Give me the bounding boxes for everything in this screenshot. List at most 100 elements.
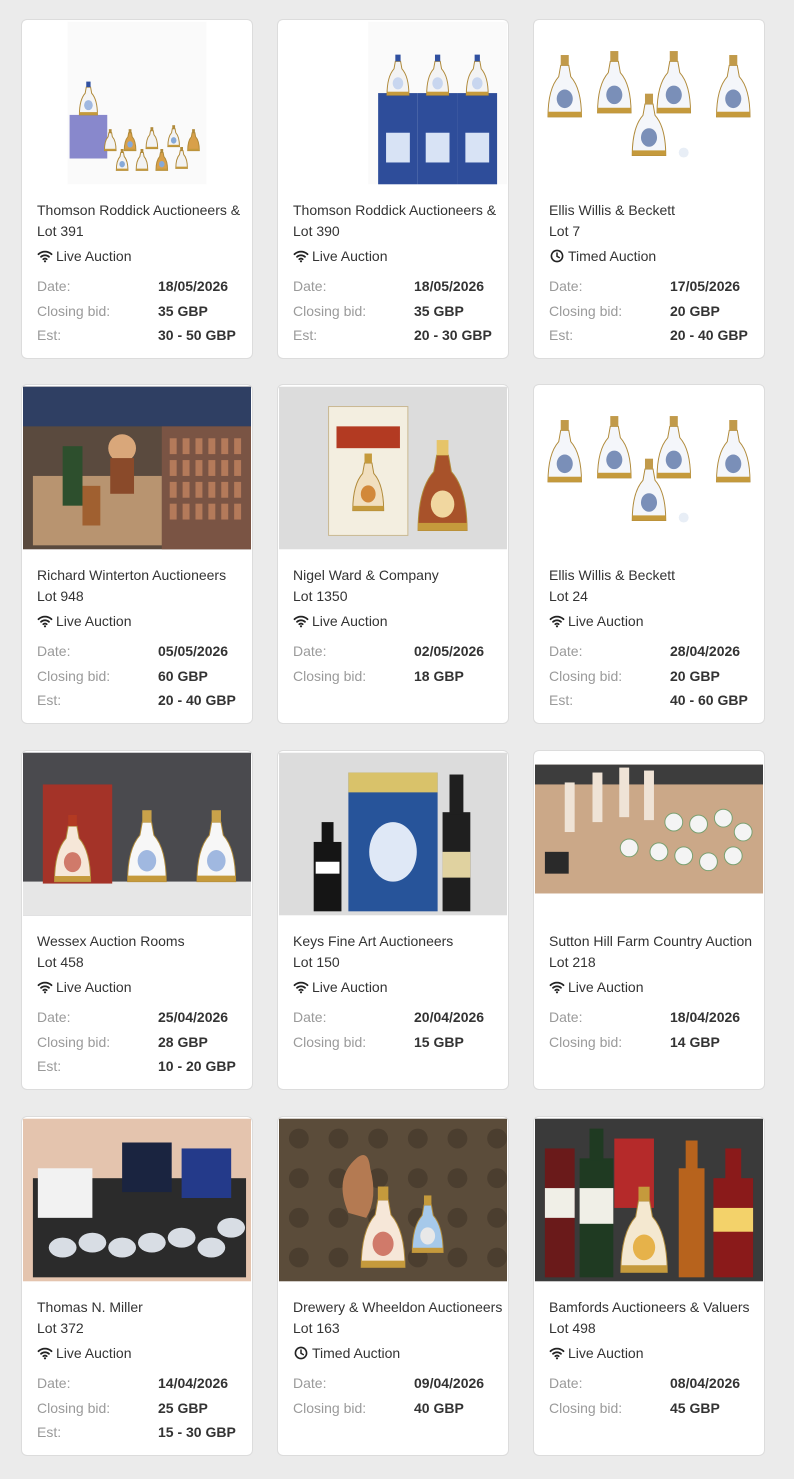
auctioneer-name[interactable]: Keys Fine Art Auctioneers	[293, 931, 505, 951]
closing-bid-row-value: 20 GBP	[670, 668, 720, 684]
auction-type: Live Auction	[37, 611, 132, 631]
estimate-row: Est: 15 - 30 GBP	[37, 1422, 247, 1442]
closing-bid-row-label: Closing bid:	[37, 668, 111, 684]
closing-bid-row: Closing bid: 35 GBP	[37, 301, 247, 321]
auction-type-label: Live Auction	[568, 1345, 644, 1361]
auction-type: Live Auction	[549, 1343, 644, 1363]
lot-image[interactable]	[23, 1118, 251, 1282]
auction-type-label: Live Auction	[312, 613, 388, 629]
closing-bid-row: Closing bid: 20 GBP	[549, 666, 759, 686]
lot-number: Lot 948	[37, 588, 84, 604]
closing-bid-row-value: 14 GBP	[670, 1034, 720, 1050]
lot-number: Lot 1350	[293, 588, 348, 604]
lot-number: Lot 24	[549, 588, 588, 604]
auctioneer-name[interactable]: Ellis Willis & Beckett	[549, 200, 761, 220]
auctioneer-name[interactable]: Wessex Auction Rooms	[37, 931, 249, 951]
date-row-label: Date:	[293, 1009, 327, 1025]
lot-number: Lot 7	[549, 223, 581, 239]
date-row: Date: 25/04/2026	[37, 1007, 247, 1027]
closing-bid-row-value: 40 GBP	[414, 1400, 464, 1416]
lot-image[interactable]	[23, 752, 251, 916]
auctioneer-name[interactable]: Richard Winterton Auctioneers	[37, 565, 249, 585]
lot-number: Lot 391	[37, 223, 84, 239]
lot-card[interactable]: Wessex Auction Rooms Lot 458 Live Auction D…	[21, 750, 253, 1090]
closing-bid-row-label: Closing bid:	[37, 1034, 111, 1050]
lot-card[interactable]: Drewery & Wheeldon Auctioneers Lot 163 Tim…	[277, 1116, 509, 1456]
lot-card[interactable]: Nigel Ward & Company Lot 1350 Live Auction…	[277, 384, 509, 724]
lot-image[interactable]	[279, 21, 507, 185]
lot-image[interactable]	[535, 752, 763, 916]
auctioneer-name[interactable]: Thomas N. Miller	[37, 1297, 249, 1317]
lot-number: Lot 218	[549, 954, 596, 970]
date-row-value: 25/04/2026	[158, 1009, 229, 1025]
clock-icon	[549, 248, 565, 264]
auctioneer-name[interactable]: Nigel Ward & Company	[293, 565, 505, 585]
auction-type-label: Timed Auction	[568, 248, 657, 264]
date-row-label: Date:	[293, 643, 327, 659]
date-row-label: Date:	[37, 278, 71, 294]
lot-card[interactable]: Thomson Roddick Auctioneers & Lot 390 Live…	[277, 19, 509, 359]
date-row: Date: 18/05/2026	[37, 276, 247, 296]
lot-card[interactable]: Bamfords Auctioneers & Valuers Lot 498 Liv…	[533, 1116, 765, 1456]
estimate-row-value: 20 - 40 GBP	[158, 692, 236, 708]
lot-image[interactable]	[279, 1118, 507, 1282]
auctioneer-name[interactable]: Drewery & Wheeldon Auctioneers	[293, 1297, 505, 1317]
closing-bid-row-label: Closing bid:	[549, 303, 623, 319]
clock-icon	[293, 1345, 309, 1361]
lot-card[interactable]: Thomson Roddick Auctioneers & Lot 391 Live…	[21, 19, 253, 359]
estimate-row-value: 30 - 50 GBP	[158, 327, 236, 343]
auctioneer-name[interactable]: Bamfords Auctioneers & Valuers	[549, 1297, 761, 1317]
auctioneer-name[interactable]: Sutton Hill Farm Country Auction	[549, 931, 761, 951]
auction-type-label: Live Auction	[56, 1345, 132, 1361]
lot-image[interactable]	[23, 386, 251, 550]
lot-image[interactable]	[279, 386, 507, 550]
date-row-value: 08/04/2026	[670, 1375, 741, 1391]
auction-type-label: Live Auction	[56, 248, 132, 264]
date-row-value: 14/04/2026	[158, 1375, 229, 1391]
lot-number: Lot 150	[293, 954, 340, 970]
wifi-icon	[549, 613, 565, 629]
closing-bid-row-value: 35 GBP	[158, 303, 208, 319]
lot-card[interactable]: Sutton Hill Farm Country Auction Lot 218 L…	[533, 750, 765, 1090]
auction-type-label: Live Auction	[56, 613, 132, 629]
closing-bid-row-value: 20 GBP	[670, 303, 720, 319]
estimate-row-label: Est:	[549, 692, 574, 708]
lot-image[interactable]	[535, 386, 763, 550]
lot-card[interactable]: Keys Fine Art Auctioneers Lot 150 Live Auc…	[277, 750, 509, 1090]
estimate-row: Est: 10 - 20 GBP	[37, 1056, 247, 1076]
date-row-label: Date:	[549, 1375, 583, 1391]
date-row-value: 18/04/2026	[670, 1009, 741, 1025]
closing-bid-row-value: 25 GBP	[158, 1400, 208, 1416]
auctioneer-name[interactable]: Thomson Roddick Auctioneers &	[37, 200, 249, 220]
lot-image[interactable]	[535, 1118, 763, 1282]
date-row: Date: 05/05/2026	[37, 641, 247, 661]
lot-image[interactable]	[279, 752, 507, 916]
auction-type-label: Live Auction	[312, 979, 388, 995]
closing-bid-row-label: Closing bid:	[549, 668, 623, 684]
date-row-label: Date:	[549, 278, 583, 294]
lot-card[interactable]: Richard Winterton Auctioneers Lot 948 Live…	[21, 384, 253, 724]
lot-card[interactable]: Thomas N. Miller Lot 372 Live Auction Date:…	[21, 1116, 253, 1456]
estimate-row-value: 20 - 40 GBP	[670, 327, 748, 343]
lot-card[interactable]: Ellis Willis & Beckett Lot 24 Live Auction…	[533, 384, 765, 724]
wifi-icon	[293, 979, 309, 995]
wifi-icon	[37, 248, 53, 264]
lot-number: Lot 163	[293, 1320, 340, 1336]
wifi-icon	[549, 979, 565, 995]
date-row-value: 09/04/2026	[414, 1375, 485, 1391]
lot-card[interactable]: Ellis Willis & Beckett Lot 7 Timed Auction…	[533, 19, 765, 359]
wifi-icon	[37, 979, 53, 995]
lot-image[interactable]	[535, 21, 763, 185]
auctioneer-name[interactable]: Thomson Roddick Auctioneers &	[293, 200, 505, 220]
wifi-icon	[37, 1345, 53, 1361]
closing-bid-row-value: 60 GBP	[158, 668, 208, 684]
closing-bid-row: Closing bid: 14 GBP	[549, 1032, 759, 1052]
auctioneer-name[interactable]: Ellis Willis & Beckett	[549, 565, 761, 585]
estimate-row-value: 40 - 60 GBP	[670, 692, 748, 708]
auction-type-label: Live Auction	[56, 979, 132, 995]
auction-type-label: Live Auction	[568, 613, 644, 629]
wifi-icon	[37, 613, 53, 629]
estimate-row-value: 20 - 30 GBP	[414, 327, 492, 343]
lot-image[interactable]	[23, 21, 251, 185]
estimate-row-label: Est:	[37, 1424, 62, 1440]
